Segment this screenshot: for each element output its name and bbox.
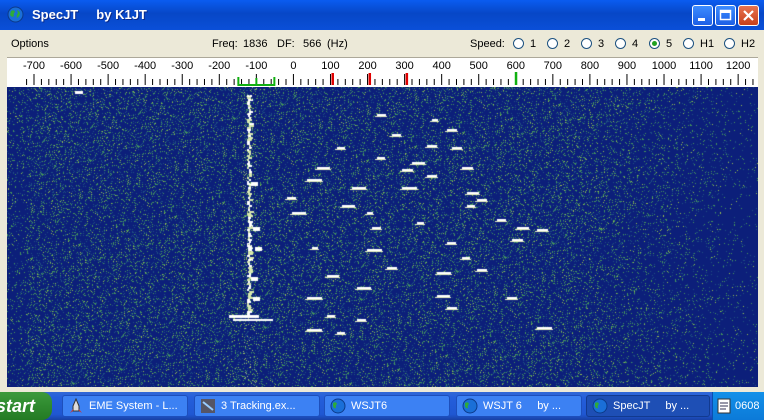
df-unit: (Hz) [327, 38, 348, 50]
scale-label: -200 [208, 60, 230, 72]
scale-label: -700 [23, 60, 45, 72]
document-icon [717, 398, 731, 414]
scale-label: 200 [358, 60, 376, 72]
waterfall-canvas [7, 87, 758, 387]
task-label: 3 Tracking.ex... [221, 400, 296, 412]
scale-label: 1000 [652, 60, 676, 72]
start-label: start [0, 396, 36, 416]
scale-label: 600 [507, 60, 525, 72]
maximize-button[interactable] [715, 5, 736, 26]
scale-label: 1100 [689, 60, 713, 72]
freq-value: 1836 [243, 38, 268, 50]
globe-icon [462, 398, 478, 414]
window-title: SpecJT by K1JT [32, 7, 147, 22]
start-button[interactable]: start [0, 392, 52, 420]
globe-icon [7, 6, 24, 23]
task-wsjt6-by[interactable]: WSJT 6 by ... [456, 395, 582, 417]
green-bracket [237, 77, 276, 86]
globe-icon [592, 398, 608, 414]
speed-radio-5[interactable] [649, 38, 660, 49]
scale-label: 700 [544, 60, 562, 72]
scale-label: 900 [618, 60, 636, 72]
speed-label-1: 1 [530, 38, 537, 50]
tray-clock: 0608 [735, 400, 760, 412]
green-marker [514, 72, 518, 85]
speed-label-h2: H2 [741, 38, 756, 50]
speed-radio-3[interactable] [581, 38, 592, 49]
speed-label-h1: H1 [700, 38, 715, 50]
globe-icon [330, 398, 346, 414]
speed-label-5: 5 [666, 38, 673, 50]
speed-label-2: 2 [564, 38, 571, 50]
options-menu[interactable]: Options [11, 38, 49, 50]
speed-radio-4[interactable] [615, 38, 626, 49]
minimize-icon [698, 18, 705, 21]
red-marker [405, 73, 409, 85]
task-label: WSJT6 [351, 400, 388, 412]
scale-label: 800 [581, 60, 599, 72]
close-button[interactable] [738, 5, 759, 26]
system-tray: 0608 [712, 392, 764, 420]
close-icon [743, 10, 754, 21]
task-label: EME System - L... [89, 400, 178, 412]
scale-label: 1200 [726, 60, 750, 72]
scale-label: -300 [171, 60, 193, 72]
scale-label: 400 [432, 60, 450, 72]
speed-label-4: 4 [632, 38, 639, 50]
menu-bar: Options Freq: 1836 DF: 566 (Hz) Speed: 1… [0, 30, 764, 57]
task-tracking[interactable]: 3 Tracking.ex... [194, 395, 320, 417]
freq-label: Freq: [212, 38, 238, 50]
task-label: SpecJT by ... [613, 400, 690, 412]
scale-label: 100 [321, 60, 339, 72]
task-wsjt6[interactable]: WSJT6 [324, 395, 450, 417]
minimize-button[interactable] [692, 5, 713, 26]
red-marker [331, 73, 334, 85]
speed-label: Speed: [470, 38, 505, 50]
task-eme-system[interactable]: EME System - L... [62, 395, 188, 417]
speed-radio-h2[interactable] [724, 38, 735, 49]
red-marker [368, 73, 372, 85]
scale-label: -400 [134, 60, 156, 72]
speed-label-3: 3 [598, 38, 605, 50]
df-label: DF: [277, 38, 295, 50]
scale-label: -600 [60, 60, 82, 72]
scale-label: 300 [395, 60, 413, 72]
dish-icon [201, 399, 215, 413]
task-label: WSJT 6 by ... [483, 400, 562, 412]
df-value: 566 [303, 38, 322, 50]
speed-radio-h1[interactable] [683, 38, 694, 49]
scale-label: 0 [290, 60, 296, 72]
title-bar[interactable]: SpecJT by K1JT [0, 0, 764, 30]
specjt-window: SpecJT by K1JT Options Freq: 1836 DF: 56… [0, 0, 764, 392]
task-specjt[interactable]: SpecJT by ... [586, 395, 710, 417]
scale-label: 500 [470, 60, 488, 72]
speed-radio-1[interactable] [513, 38, 524, 49]
scale-label: -100 [245, 60, 267, 72]
speed-radio-2[interactable] [547, 38, 558, 49]
waterfall-display[interactable] [7, 87, 758, 387]
rocket-icon [70, 398, 82, 413]
maximize-icon [719, 9, 732, 21]
frequency-scale[interactable]: -700 -600 -500 -400 -300 -200 -100 0 100 200 300 40… [7, 57, 758, 88]
taskbar: start EME System - L... 3 Tracking.ex...… [0, 392, 764, 420]
scale-label: -500 [97, 60, 119, 72]
